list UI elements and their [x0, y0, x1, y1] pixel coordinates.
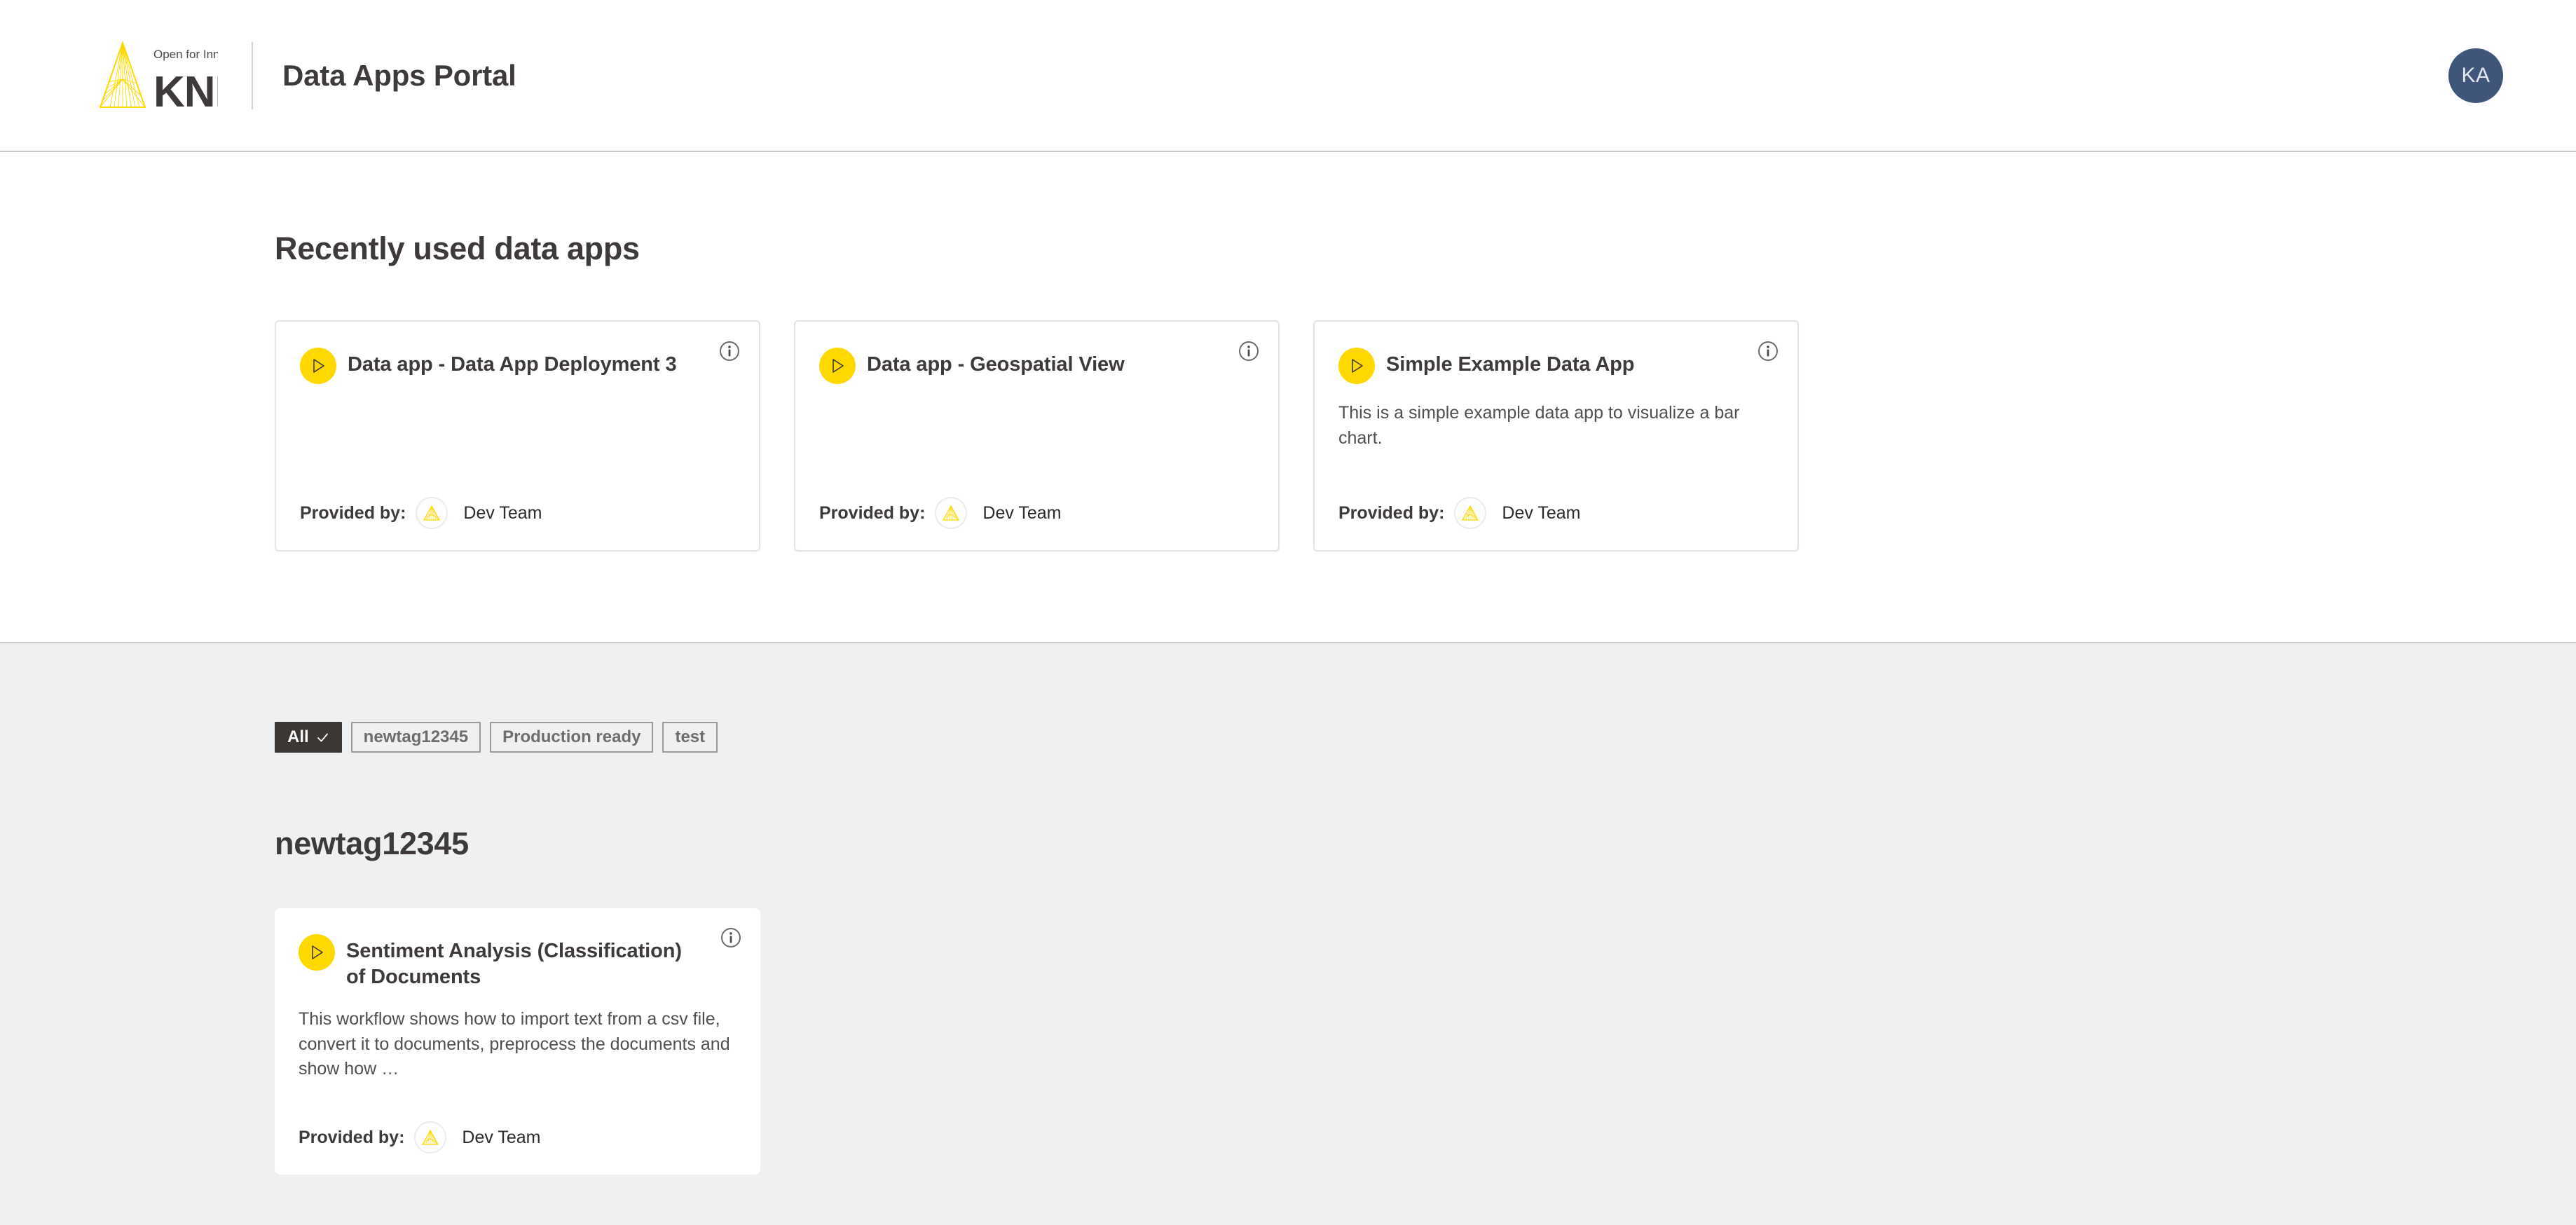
tag-group-card-row: Sentiment Analysis (Classification) of D…	[275, 908, 2506, 1175]
recently-used-card-row: Data app - Data App Deployment 3 Provide…	[275, 320, 2506, 552]
tag-chip-test[interactable]: test	[662, 722, 718, 753]
tag-filter-content: All newtag12345 Production ready test ne…	[0, 643, 2576, 1175]
tag-chip-label: newtag12345	[363, 727, 469, 746]
brand-logo-link[interactable]: Open for Innovation KNIME	[95, 37, 218, 114]
svg-text:KNIME: KNIME	[153, 68, 218, 114]
play-icon[interactable]	[299, 934, 335, 971]
provided-by-label: Provided by:	[1338, 502, 1445, 523]
tag-chip-production-ready[interactable]: Production ready	[490, 722, 654, 753]
knime-triangle-icon	[935, 497, 968, 529]
card-head: Data app - Data App Deployment 3	[300, 347, 735, 384]
header-divider	[252, 41, 253, 109]
provider-name: Dev Team	[462, 1127, 541, 1147]
card-footer: Provided by: Dev Team	[819, 497, 1254, 529]
avatar-initials: KA	[2461, 63, 2491, 87]
card-description: This workflow shows how to import text f…	[299, 1009, 730, 1079]
knime-triangle-icon	[416, 497, 448, 529]
info-icon[interactable]	[1757, 340, 1779, 362]
provided-by-label: Provided by:	[300, 502, 406, 523]
data-app-card[interactable]: Sentiment Analysis (Classification) of D…	[275, 908, 760, 1175]
svg-text:Open for Innovation: Open for Innovation	[153, 48, 218, 61]
recently-used-section: Recently used data apps Data app - Data …	[0, 152, 2576, 643]
card-title: Data app - Geospatial View	[867, 353, 1125, 376]
card-footer: Provided by: Dev Team	[300, 497, 735, 529]
tag-filter-section: All newtag12345 Production ready test ne…	[0, 643, 2576, 1175]
knime-logo-icon: Open for Innovation KNIME	[95, 37, 218, 114]
data-app-card[interactable]: Data app - Geospatial View Provided by:	[794, 320, 1280, 552]
data-app-card[interactable]: Data app - Data App Deployment 3 Provide…	[275, 320, 760, 552]
info-icon[interactable]	[718, 340, 741, 362]
page-title: Data Apps Portal	[282, 58, 516, 92]
tag-chip-all[interactable]: All	[275, 722, 342, 753]
play-icon[interactable]	[819, 348, 856, 384]
play-icon[interactable]	[300, 348, 336, 384]
provided-by-label: Provided by:	[819, 502, 926, 523]
info-icon[interactable]	[1238, 340, 1260, 362]
tag-chip-label: test	[675, 727, 706, 746]
play-icon[interactable]	[1338, 348, 1375, 384]
card-title: Simple Example Data App	[1386, 353, 1635, 376]
card-footer: Provided by: Dev Team	[299, 1121, 737, 1154]
card-head: Data app - Geospatial View	[819, 347, 1254, 384]
section-title-recently-used: Recently used data apps	[275, 231, 640, 266]
tag-filter-row: All newtag12345 Production ready test	[275, 643, 2506, 753]
tag-chip-label: All	[287, 727, 309, 746]
provider-name: Dev Team	[1502, 502, 1581, 523]
card-footer: Provided by: Dev Team	[1338, 497, 1774, 529]
card-head: Simple Example Data App	[1338, 347, 1774, 384]
knime-triangle-icon	[1454, 497, 1487, 529]
data-app-card[interactable]: Simple Example Data App This is a simple…	[1313, 320, 1799, 552]
card-title: Data app - Data App Deployment 3	[348, 353, 677, 376]
card-title: Sentiment Analysis (Classification) of D…	[346, 940, 682, 989]
info-icon[interactable]	[720, 926, 742, 949]
tag-chip-label: Production ready	[502, 727, 641, 746]
provided-by-label: Provided by:	[299, 1127, 405, 1147]
section-title-tag-group: newtag12345	[275, 826, 469, 861]
card-head: Sentiment Analysis (Classification) of D…	[299, 933, 737, 990]
avatar[interactable]: KA	[2448, 48, 2503, 103]
provider-name: Dev Team	[982, 502, 1062, 523]
tag-chip-newtag12345[interactable]: newtag12345	[350, 722, 481, 753]
knime-triangle-icon	[414, 1121, 447, 1154]
provider-name: Dev Team	[463, 502, 542, 523]
card-description: This is a simple example data app to vis…	[1338, 403, 1740, 448]
check-icon	[316, 731, 329, 744]
app-header: Open for Innovation KNIME Data Apps Port…	[0, 0, 2576, 152]
recently-used-content: Recently used data apps Data app - Data …	[0, 152, 2576, 552]
